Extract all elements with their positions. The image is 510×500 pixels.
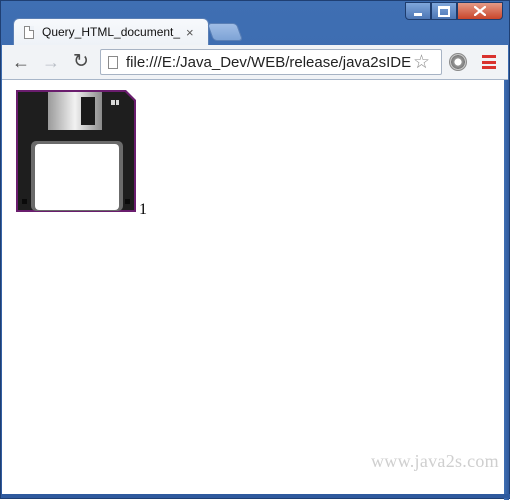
window-controls — [405, 2, 503, 20]
maximize-button[interactable] — [431, 2, 457, 20]
floppy-disk-icon — [16, 90, 136, 212]
tab-strip: Query_HTML_document_ × — [1, 1, 509, 45]
floppy-disk-image — [14, 88, 138, 214]
window-border-bottom — [1, 494, 510, 498]
extension-icon[interactable] — [449, 53, 467, 71]
tab-query-html-document[interactable]: Query_HTML_document_ × — [13, 18, 209, 45]
forward-button[interactable]: → — [40, 51, 62, 73]
number-label: 1 — [139, 201, 147, 218]
close-window-button[interactable] — [457, 2, 503, 20]
hamburger-menu-icon[interactable] — [482, 55, 496, 69]
back-button[interactable]: ← — [10, 51, 32, 73]
reload-button[interactable]: ↻ — [70, 51, 92, 73]
maximize-icon — [438, 5, 450, 17]
menu-bar — [482, 60, 496, 64]
menu-bar — [482, 66, 496, 69]
window-border-right — [504, 80, 509, 500]
minimize-icon — [414, 12, 422, 16]
tab-title: Query_HTML_document_ — [42, 25, 181, 39]
page-content: 1 www.java2s.com — [2, 80, 505, 496]
browser-window: Query_HTML_document_ × ← → ↻ file:///E:/… — [0, 0, 510, 500]
page-icon — [108, 55, 118, 69]
bookmark-star-icon[interactable]: ☆ — [413, 53, 430, 72]
new-tab-button[interactable] — [206, 23, 244, 41]
tab-close-icon[interactable]: × — [186, 26, 194, 39]
menu-bar — [482, 55, 496, 58]
close-icon — [474, 6, 486, 16]
page-icon — [24, 25, 34, 39]
url-text[interactable]: file:///E:/Java_Dev/WEB/release/java2sID… — [126, 54, 411, 71]
toolbar: ← → ↻ file:///E:/Java_Dev/WEB/release/ja… — [2, 45, 508, 80]
minimize-button[interactable] — [405, 2, 431, 20]
watermark-text: www.java2s.com — [370, 451, 499, 471]
address-bar[interactable]: file:///E:/Java_Dev/WEB/release/java2sID… — [100, 49, 442, 75]
